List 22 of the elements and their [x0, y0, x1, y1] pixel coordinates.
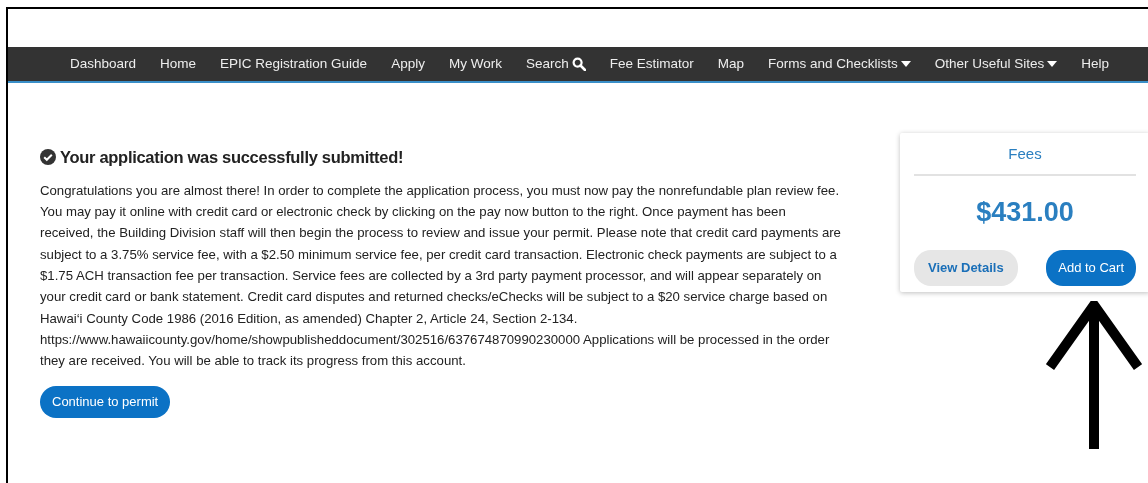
fee-amount: $431.00	[975, 195, 1075, 229]
add-to-cart-button[interactable]: Add to Cart	[1046, 250, 1136, 286]
view-details-button[interactable]: View Details	[914, 250, 1018, 286]
nav-link[interactable]: Fee Estimator	[597, 47, 706, 81]
nav-link[interactable]: Map	[705, 47, 756, 81]
caret-icon	[1047, 61, 1058, 67]
nav-link[interactable]: Dashboard	[58, 47, 149, 81]
check-circle-icon	[40, 149, 56, 166]
nav-link[interactable]: Forms and Checklists	[756, 47, 923, 81]
nav-link[interactable]: Home	[148, 47, 209, 81]
nav-link[interactable]: Apply	[379, 47, 437, 81]
success-heading: Your application was successfully submitted!	[60, 147, 404, 168]
nav-link[interactable]: My Work	[436, 47, 514, 81]
continue-button[interactable]: Continue to permit	[40, 386, 171, 418]
search-icon	[571, 57, 586, 71]
nav-link[interactable]: Other Useful Sites	[922, 47, 1070, 81]
fees-title: Fees	[914, 143, 1136, 176]
message-paragraph: Congratulations you are almost there! In order to complete the application process, you must now pay the nonrefundable plan review fee. You may pay it online with credit card or electronic check by clicking on the pay now button to the right. Once payment has been received, the Building Division staff will then begin the process to review and issue your permit. Please note that credit card payments are subject to a 3.75% service fee, with a $2.50 minimum service fee, per credit card transaction. Electronic check payments are subject to a $1.75 ACH transaction fee per transaction. Service fees are collected by a 3rd party payment processor, and will appear separately on your credit card or bank statement. Credit card disputes and returned checks/eChecks will be subject to a $20 service charge based on Hawai‘i County Code 1986 (2016 Edition, as amended) Chapter 2, Article 24, Section 2-134. https://www.hawaiicounty.gov/home/showpublisheddocument/302516/637674870990230000 Applications will be processed in the order they are received. You will be able to track its progress from this account.	[40, 181, 842, 371]
caret-icon	[900, 61, 911, 67]
nav-link[interactable]: Help	[1069, 47, 1122, 81]
nav-link[interactable]: EPIC Registration Guide	[208, 47, 380, 81]
nav-link[interactable]: Search	[513, 47, 598, 81]
